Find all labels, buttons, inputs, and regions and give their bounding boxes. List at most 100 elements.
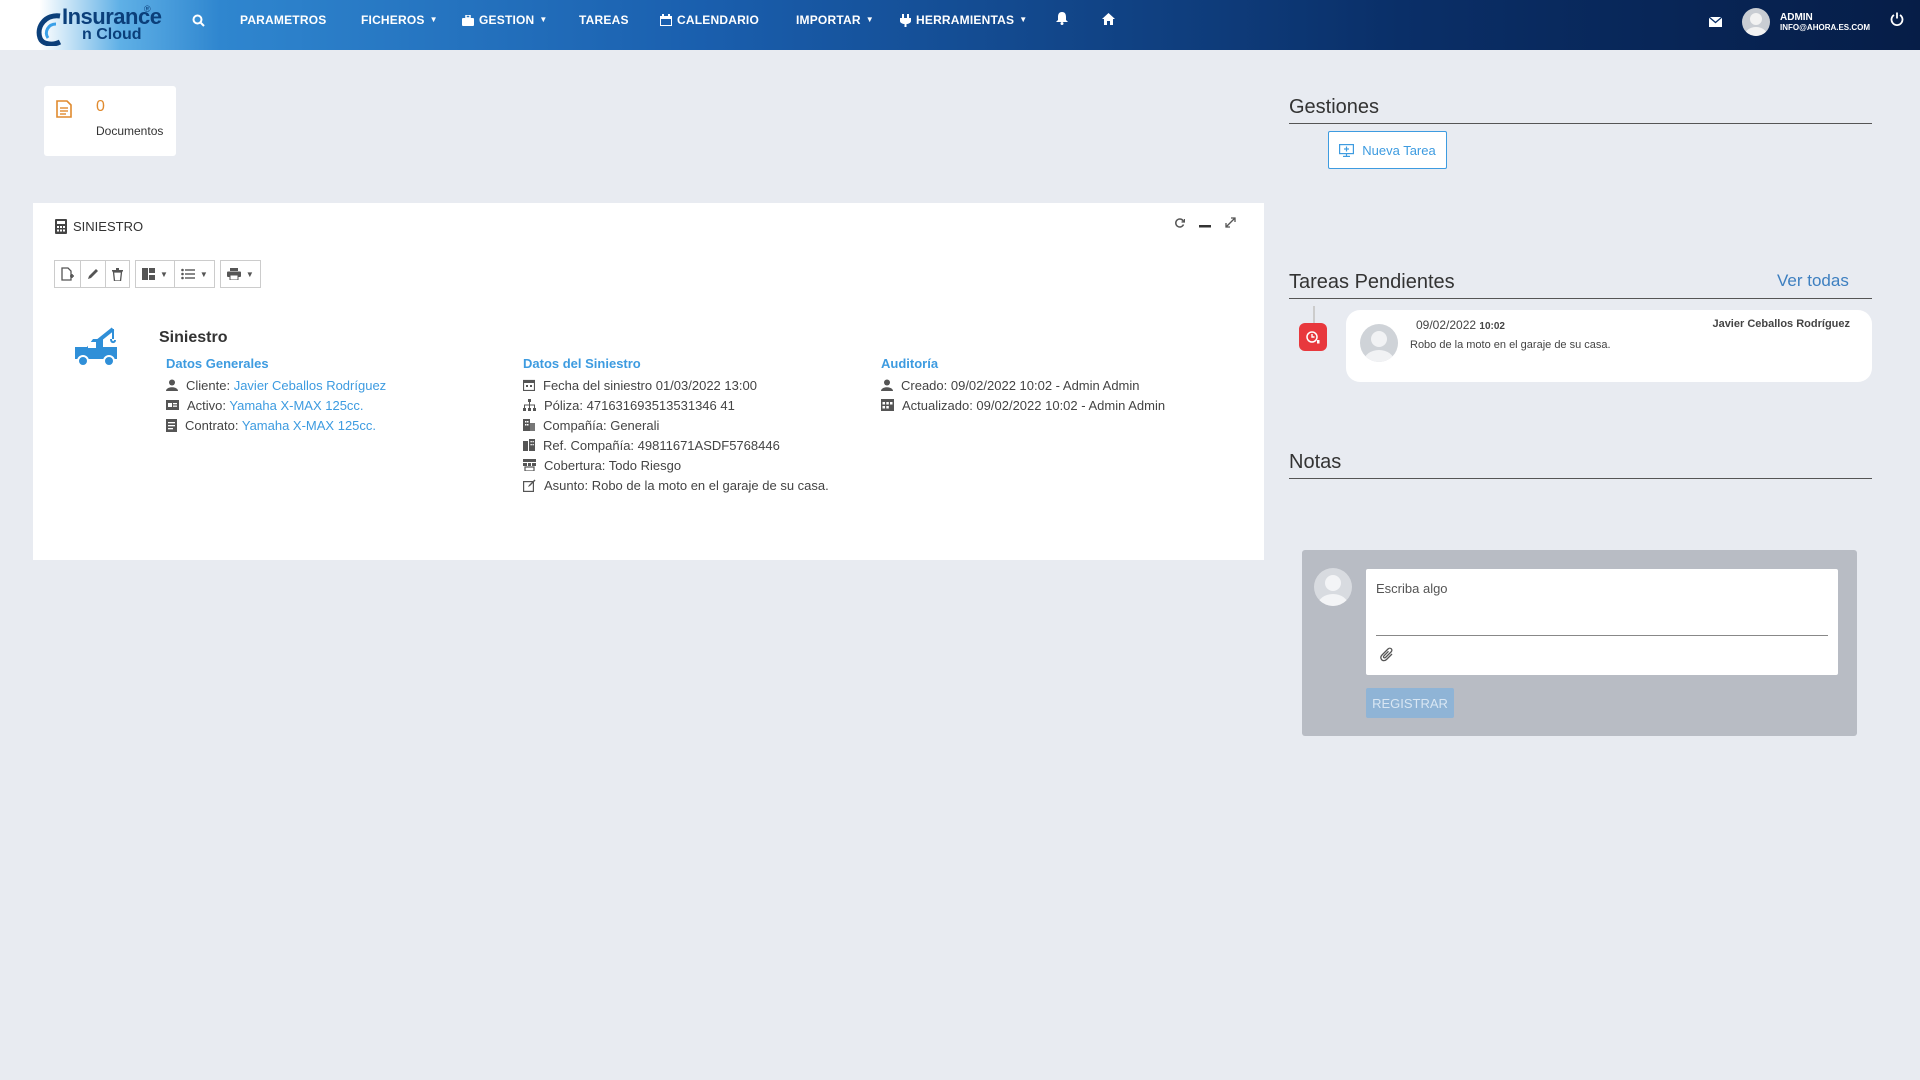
layout-dropdown-button[interactable]: ▼ <box>135 260 175 288</box>
delete-button[interactable] <box>105 260 130 288</box>
contrato-row: Contrato: Yamaha X-MAX 125cc. <box>166 415 386 435</box>
pending-task-card[interactable]: 09/02/2022 10:02 Javier Ceballos Rodrígu… <box>1346 310 1872 382</box>
edit-icon <box>523 479 536 492</box>
datos-generales-column: Datos Generales Cliente: Javier Ceballos… <box>166 356 386 435</box>
task-description: Robo de la moto en el garaje de su casa. <box>1410 339 1611 351</box>
calendar-grid-icon <box>881 399 894 411</box>
asunto-row: Asunto: Robo de la moto en el garaje de … <box>523 475 829 495</box>
ver-todas-link[interactable]: Ver todas <box>1777 271 1849 291</box>
creado-row: Creado: 09/02/2022 10:02 - Admin Admin <box>881 375 1165 395</box>
tow-truck-icon <box>73 325 119 374</box>
panel-header: SINIESTRO <box>55 219 143 234</box>
panel-title: SINIESTRO <box>73 219 144 234</box>
siniestro-panel: SINIESTRO ▼ ▼ ▼ Siniestro Datos Generale… <box>33 203 1264 560</box>
pencil-icon <box>88 269 98 279</box>
activo-link[interactable]: Yamaha X-MAX 125cc. <box>229 398 363 413</box>
office-icon <box>523 439 535 451</box>
layout-icon <box>142 268 155 280</box>
task-date: 09/02/2022 10:02 <box>1416 318 1505 332</box>
caret-down-icon: ▼ <box>199 269 208 279</box>
caret-down-icon: ▼ <box>160 269 168 279</box>
trash-icon <box>112 267 123 281</box>
activo-row: Activo: Yamaha X-MAX 125cc. <box>166 395 386 415</box>
app-logo[interactable]: Insurance ® n Cloud <box>36 4 162 46</box>
bell-icon[interactable] <box>1056 12 1068 30</box>
cliente-row: Cliente: Javier Ceballos Rodríguez <box>166 375 386 395</box>
search-icon[interactable] <box>192 14 205 32</box>
building-icon <box>523 419 535 431</box>
nav-calendario[interactable]: CALENDARIO <box>660 0 759 40</box>
logo-text-cloud: n Cloud <box>82 26 142 43</box>
nav-importar[interactable]: IMPORTAR ▼ <box>796 0 874 40</box>
task-assignee: Javier Ceballos Rodríguez <box>1712 318 1850 330</box>
edit-button[interactable] <box>80 260 106 288</box>
contract-icon <box>166 418 177 432</box>
task-avatar <box>1360 324 1398 362</box>
calculator-icon <box>55 219 67 234</box>
notes-avatar <box>1314 568 1352 606</box>
user-avatar <box>1742 8 1770 36</box>
print-dropdown-button[interactable]: ▼ <box>219 260 261 288</box>
datos-siniestro-column: Datos del Siniestro Fecha del siniestro … <box>523 356 829 495</box>
cliente-link[interactable]: Javier Ceballos Rodríguez <box>234 378 386 393</box>
panel-toolbar: ▼ ▼ ▼ <box>54 260 261 288</box>
user-name: ADMIN <box>1780 11 1813 23</box>
auditoria-heading: Auditoría <box>881 356 939 371</box>
registrar-button[interactable]: REGISTRAR <box>1366 688 1454 718</box>
power-icon[interactable] <box>1890 12 1904 31</box>
note-underline <box>1376 635 1828 636</box>
gestiones-heading: Gestiones <box>1289 96 1872 124</box>
documents-count: 0 <box>96 98 105 115</box>
actualizado-row: Actualizado: 09/02/2022 10:02 - Admin Ad… <box>881 395 1165 415</box>
nav-parametros[interactable]: PARAMETROS <box>240 0 326 40</box>
list-icon <box>181 268 195 280</box>
user-icon <box>881 379 893 391</box>
new-document-icon <box>61 267 74 281</box>
timeline-line <box>1313 306 1315 324</box>
expand-icon[interactable] <box>1225 215 1236 233</box>
nav-herramientas[interactable]: HERRAMIENTAS ▼ <box>900 0 1027 40</box>
auditoria-column: Auditoría Creado: 09/02/2022 10:02 - Adm… <box>881 356 1165 415</box>
caret-down-icon: ▼ <box>429 15 438 24</box>
briefcase-icon <box>462 14 474 26</box>
monitor-icon <box>1339 143 1355 157</box>
fecha-row: Fecha del siniestro 01/03/2022 13:00 <box>523 375 829 395</box>
datos-siniestro-heading: Datos del Siniestro <box>523 356 641 371</box>
mail-icon[interactable] <box>1708 14 1723 32</box>
paperclip-icon[interactable] <box>1380 647 1394 667</box>
logo-registered: ® <box>144 4 151 14</box>
ref-compania-row: Ref. Compañía: 49811671ASDF5768446 <box>523 435 829 455</box>
task-time: 10:02 <box>1479 321 1505 332</box>
poliza-row: Póliza: 471631693513531346 41 <box>523 395 829 415</box>
alarm-clock-icon <box>1299 323 1327 351</box>
minimize-icon[interactable] <box>1199 215 1211 233</box>
contrato-link[interactable]: Yamaha X-MAX 125cc. <box>242 418 376 433</box>
panel-tools <box>1175 215 1236 233</box>
notes-composer: Escriba algo REGISTRAR <box>1302 550 1857 736</box>
documents-card[interactable]: 0 Documentos <box>44 86 176 156</box>
compania-row: Compañía: Generali <box>523 415 829 435</box>
document-icon <box>56 100 72 123</box>
sitemap-icon <box>523 399 536 411</box>
note-placeholder: Escriba algo <box>1376 581 1448 596</box>
plug-icon <box>900 13 911 27</box>
note-input[interactable]: Escriba algo <box>1366 569 1838 675</box>
id-card-icon <box>166 400 179 410</box>
nav-ficheros[interactable]: FICHEROS ▼ <box>361 0 438 40</box>
nueva-tarea-button[interactable]: Nueva Tarea <box>1328 131 1447 169</box>
nav-tareas[interactable]: TAREAS <box>579 0 629 40</box>
refresh-icon[interactable] <box>1175 215 1186 233</box>
nav-gestion[interactable]: GESTION ▼ <box>462 0 548 40</box>
top-navbar: Insurance ® n Cloud PARAMETROS FICHEROS ▼… <box>0 0 1920 50</box>
section-title: Siniestro <box>159 329 228 346</box>
caret-down-icon: ▼ <box>539 15 548 24</box>
user-menu[interactable]: ADMIN INFO@AHORA.ES.COM <box>1742 8 1870 36</box>
cobertura-row: Cobertura: Todo Riesgo <box>523 455 829 475</box>
list-dropdown-button[interactable]: ▼ <box>173 260 215 288</box>
datos-generales-heading: Datos Generales <box>166 356 269 371</box>
caret-down-icon: ▼ <box>245 269 254 279</box>
home-icon[interactable] <box>1102 12 1115 30</box>
calendar-icon <box>523 379 535 391</box>
user-email: INFO@AHORA.ES.COM <box>1780 22 1871 32</box>
new-document-button[interactable] <box>54 260 81 288</box>
